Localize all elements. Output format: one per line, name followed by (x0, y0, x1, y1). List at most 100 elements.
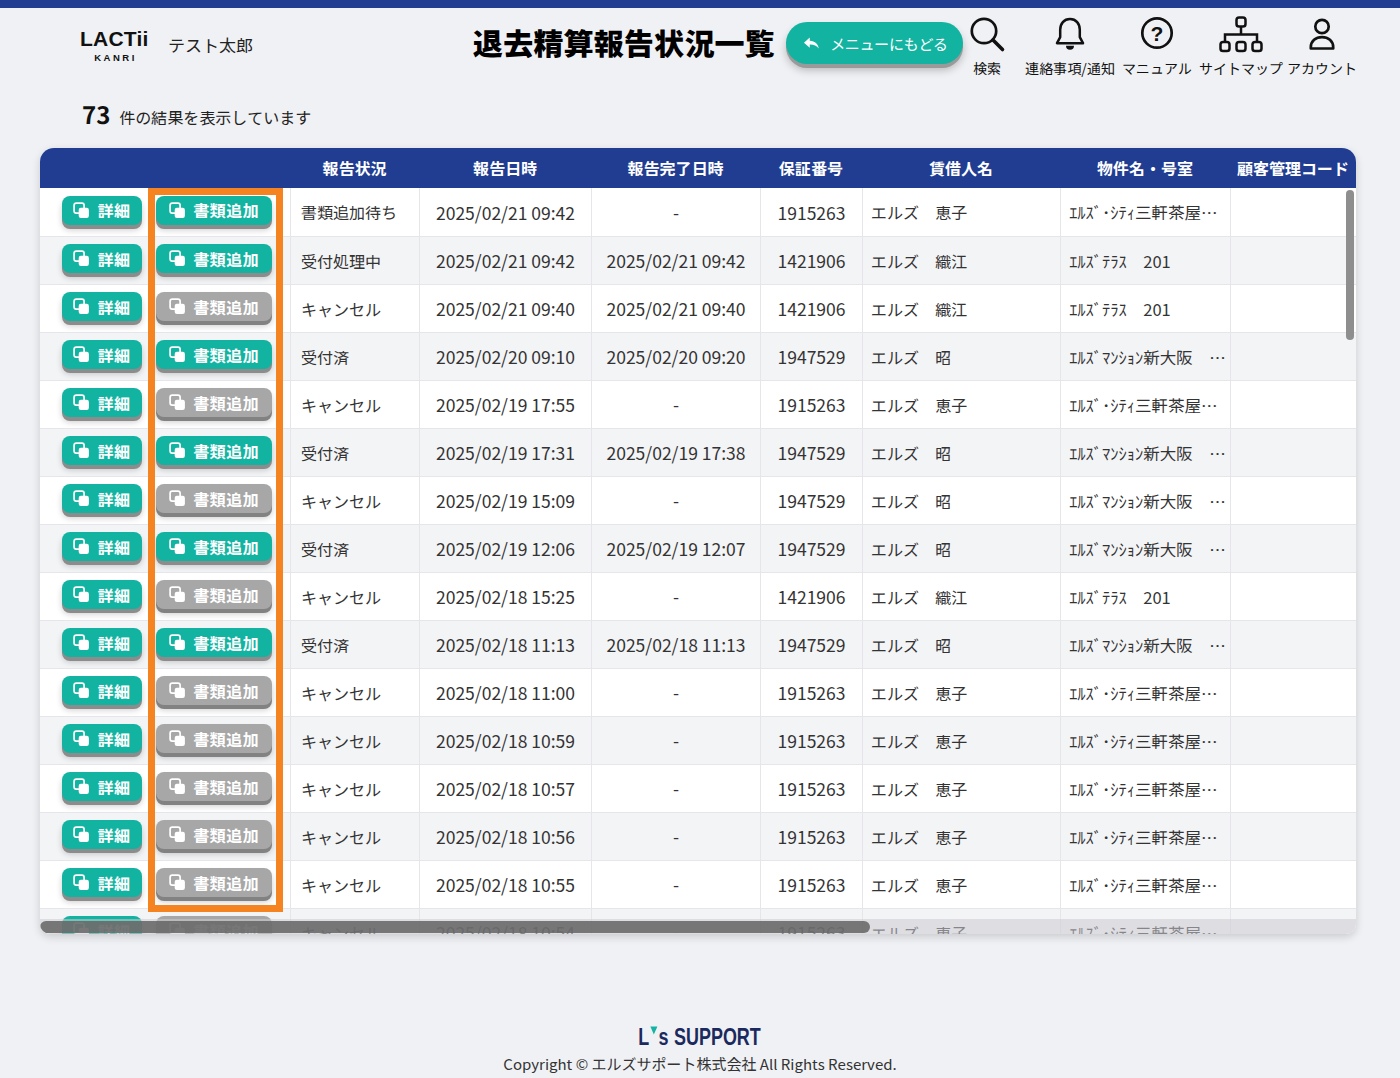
detail-button[interactable]: 詳細 (62, 772, 142, 801)
footer-logo-l: L (639, 1026, 650, 1049)
detail-button[interactable]: 詳細 (62, 868, 142, 897)
copy-document-icon (169, 202, 186, 219)
table-row: 詳細書類追加キャンセル2025/02/18 10:57-1915263エルズ 恵… (40, 764, 1356, 812)
detail-button[interactable]: 詳細 (62, 244, 142, 273)
detail-button[interactable]: 詳細 (62, 196, 142, 225)
copy-document-icon (73, 586, 90, 603)
add-documents-button[interactable]: 書類追加 (156, 484, 272, 513)
detail-button[interactable]: 詳細 (62, 436, 142, 465)
tenant-name-cell: エルズ 昭 (862, 620, 1060, 668)
reported-at-cell: 2025/02/18 11:13 (419, 620, 591, 668)
detail-button-label: 詳細 (97, 343, 130, 367)
property-name-cell: ｴﾙｽﾞ･ｼﾃｨ三軒茶屋… (1060, 188, 1230, 236)
guarantee-no-cell: 1421906 (760, 572, 862, 620)
add-documents-button[interactable]: 書類追加 (156, 580, 272, 609)
completed-at-cell: 2025/02/21 09:42 (591, 236, 760, 284)
add-documents-button[interactable]: 書類追加 (156, 532, 272, 561)
tenant-name-cell: エルズ 昭 (862, 428, 1060, 476)
detail-button[interactable]: 詳細 (62, 532, 142, 561)
property-name-cell: ｴﾙｽﾞﾏﾝｼｮﾝ新大阪 … (1060, 476, 1230, 524)
tenant-name-cell: エルズ 恵子 (862, 812, 1060, 860)
horizontal-scrollbar-thumb[interactable] (40, 921, 870, 933)
add-documents-button-label: 書類追加 (193, 295, 259, 319)
add-documents-button-label: 書類追加 (193, 439, 259, 463)
tenant-name-cell: エルズ 恵子 (862, 668, 1060, 716)
completed-at-cell: - (591, 860, 760, 908)
top-accent-bar (0, 0, 1400, 8)
row-actions-cell: 詳細 書類追加 (40, 332, 290, 380)
tenant-name-cell: エルズ 昭 (862, 476, 1060, 524)
copy-document-icon (73, 202, 90, 219)
table-row: 詳細書類追加キャンセル2025/02/18 11:00-1915263エルズ 恵… (40, 668, 1356, 716)
back-to-menu-button[interactable]: メニューにもどる (786, 22, 963, 64)
add-documents-button[interactable]: 書類追加 (156, 724, 272, 753)
row-actions-cell: 詳細 書類追加 (40, 620, 290, 668)
nav-item-search[interactable]: 検索 (963, 14, 1011, 77)
status-cell: キャンセル (290, 284, 419, 332)
copy-document-icon (169, 682, 186, 699)
copy-document-icon (169, 874, 186, 891)
add-documents-button[interactable]: 書類追加 (156, 820, 272, 849)
app-logo[interactable]: LACTii KANRI (80, 28, 148, 62)
add-documents-button[interactable]: 書類追加 (156, 196, 272, 225)
status-cell: キャンセル (290, 380, 419, 428)
completed-at-cell: - (591, 764, 760, 812)
nav-item-bell[interactable]: 連絡事項/通知 (1022, 14, 1119, 77)
status-cell: キャンセル (290, 812, 419, 860)
add-documents-button[interactable]: 書類追加 (156, 340, 272, 369)
property-name-cell: ｴﾙｽﾞﾃﾗｽ 201 (1060, 572, 1230, 620)
nav-item-sitemap[interactable]: サイトマップ (1197, 14, 1285, 77)
detail-button[interactable]: 詳細 (62, 820, 142, 849)
row-actions-cell: 詳細書類追加 (40, 716, 290, 764)
property-name-cell: ｴﾙｽﾞ･ｼﾃｨ三軒茶屋… (1060, 380, 1230, 428)
detail-button-label: 詳細 (97, 631, 130, 655)
add-documents-button[interactable]: 書類追加 (156, 868, 272, 897)
horizontal-scrollbar[interactable] (40, 919, 1356, 934)
detail-button[interactable]: 詳細 (62, 628, 142, 657)
detail-button[interactable]: 詳細 (62, 580, 142, 609)
detail-button-label: 詳細 (97, 823, 130, 847)
add-documents-button[interactable]: 書類追加 (156, 628, 272, 657)
copy-document-icon (73, 394, 90, 411)
guarantee-no-cell: 1915263 (760, 764, 862, 812)
row-actions-cell: 詳細書類追加 (40, 380, 290, 428)
nav-item-account[interactable]: アカウント (1284, 14, 1361, 77)
nav-item-help[interactable]: ?マニュアル (1117, 14, 1197, 77)
status-cell: 受付済 (290, 524, 419, 572)
results-summary: 73 件の結果を表示しています (82, 96, 311, 131)
add-documents-button[interactable]: 書類追加 (156, 676, 272, 705)
detail-button[interactable]: 詳細 (62, 724, 142, 753)
table-row: 詳細書類追加キャンセル2025/02/18 15:25-1421906エルズ 織… (40, 572, 1356, 620)
add-documents-button[interactable]: 書類追加 (156, 292, 272, 321)
row-actions-cell: 詳細 書類追加 (40, 284, 290, 332)
customer-code-cell (1230, 764, 1356, 812)
add-documents-button[interactable]: 書類追加 (156, 436, 272, 465)
add-documents-button-label: 書類追加 (193, 247, 259, 271)
add-documents-button[interactable]: 書類追加 (156, 772, 272, 801)
customer-code-cell (1230, 284, 1356, 332)
guarantee-no-cell: 1947529 (760, 428, 862, 476)
copy-document-icon (73, 778, 90, 795)
vertical-scrollbar-thumb[interactable] (1346, 190, 1354, 340)
copy-document-icon (169, 826, 186, 843)
status-cell: 受付済 (290, 332, 419, 380)
row-actions-cell: 詳細書類追加 (40, 860, 290, 908)
row-actions-cell: 詳細書類追加 (40, 572, 290, 620)
detail-button[interactable]: 詳細 (62, 388, 142, 417)
guarantee-no-cell: 1915263 (760, 860, 862, 908)
customer-code-cell (1230, 188, 1356, 236)
add-documents-button-label: 書類追加 (193, 631, 259, 655)
detail-button[interactable]: 詳細 (62, 676, 142, 705)
guarantee-no-cell: 1915263 (760, 188, 862, 236)
detail-button[interactable]: 詳細 (62, 292, 142, 321)
copy-document-icon (73, 730, 90, 747)
property-name-cell: ｴﾙｽﾞ･ｼﾃｨ三軒茶屋… (1060, 668, 1230, 716)
detail-button[interactable]: 詳細 (62, 484, 142, 513)
tenant-name-cell: エルズ 恵子 (862, 380, 1060, 428)
col-header-property: 物件名・号室 (1060, 148, 1230, 188)
add-documents-button[interactable]: 書類追加 (156, 388, 272, 417)
detail-button[interactable]: 詳細 (62, 340, 142, 369)
add-documents-button[interactable]: 書類追加 (156, 244, 272, 273)
status-cell: 受付処理中 (290, 236, 419, 284)
customer-code-cell (1230, 716, 1356, 764)
